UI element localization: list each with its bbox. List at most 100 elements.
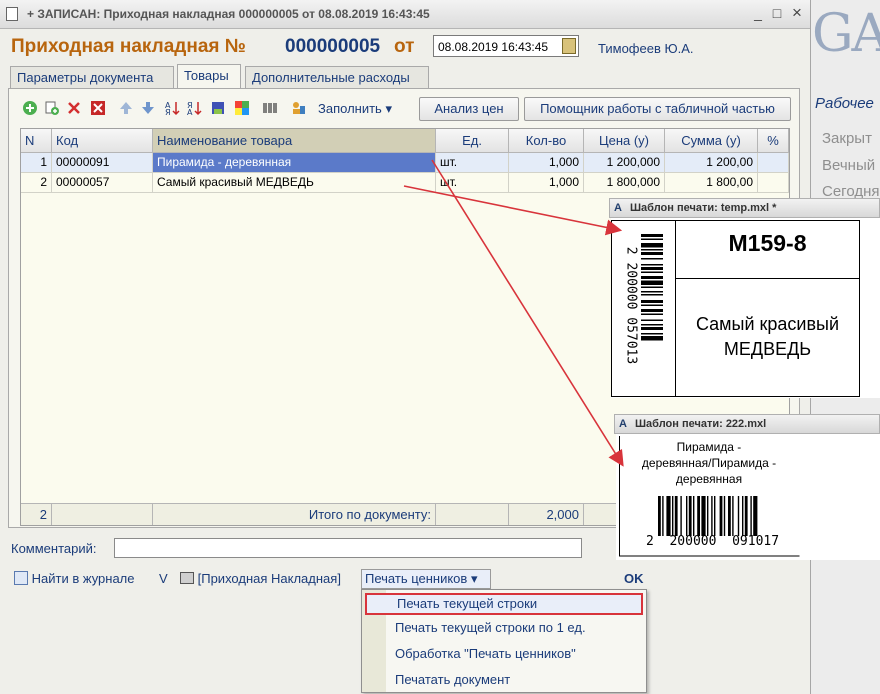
template2-title: Шаблон печати: 222.mxl <box>635 418 767 430</box>
row-unit: шт. <box>436 173 509 193</box>
row-percent <box>758 153 789 173</box>
save-icon[interactable] <box>210 100 226 116</box>
maximize-button[interactable]: □ <box>770 6 784 20</box>
find-in-journal-label: Найти в журнале <box>31 571 135 586</box>
mark-delete-icon[interactable] <box>90 100 106 116</box>
move-down-icon[interactable] <box>140 100 156 116</box>
column-header-n[interactable]: N <box>21 129 52 153</box>
form-title: Приходная накладная № <box>11 36 246 57</box>
print-template-icon: A <box>614 202 622 214</box>
print-document-button[interactable]: [Приходная Накладная] <box>180 571 341 586</box>
comment-input[interactable] <box>114 538 582 558</box>
template1-label: 2 200000 057013 М159-8 Самый красивый МЕ… <box>611 218 880 398</box>
row-qty: 1,000 <box>509 173 584 193</box>
template1-name-line2: МЕДВЕДЬ <box>723 339 812 359</box>
fill-menu-button[interactable]: Заполнить ▾ <box>318 101 392 117</box>
print-document-label: [Приходная Накладная] <box>197 571 341 586</box>
background-app-item[interactable]: Вечный <box>822 157 875 174</box>
svg-text:A: A <box>187 108 193 116</box>
tab-goods[interactable]: Товары <box>177 64 241 89</box>
print-price-tags-label: Печать ценников <box>365 571 468 586</box>
template2-barcode <box>658 496 758 536</box>
tab-additional-expenses[interactable]: Дополнительные расходы <box>245 66 429 88</box>
row-sum: 1 800,00 <box>665 173 758 193</box>
price-analysis-button[interactable]: Анализ цен <box>419 97 519 121</box>
v-button[interactable]: V <box>159 571 168 586</box>
calendar-icon[interactable] <box>562 38 576 54</box>
menu-item-price-tags-processing[interactable]: Обработка "Печать ценников" <box>365 643 643 665</box>
background-app-item[interactable]: Закрыт <box>822 130 872 147</box>
date-input[interactable]: 08.08.2019 16:43:45 <box>433 35 579 57</box>
close-button[interactable]: × <box>790 4 804 21</box>
window-titlebar[interactable]: + ЗАПИСАН: Приходная накладная 000000005… <box>0 0 810 29</box>
chevron-down-icon: ▾ <box>385 101 392 116</box>
fill-menu-label: Заполнить <box>318 101 382 116</box>
row-sum: 1 200,00 <box>665 153 758 173</box>
column-header-name[interactable]: Наименование товара <box>153 129 436 153</box>
move-up-icon[interactable] <box>118 100 134 116</box>
template2-titlebar[interactable]: A Шаблон печати: 222.mxl <box>614 414 880 434</box>
column-header-code[interactable]: Код <box>52 129 153 153</box>
tab-document-parameters[interactable]: Параметры документа <box>10 66 174 88</box>
print-price-tags-dropdown: Печать текущей строки Печать текущей стр… <box>361 589 647 693</box>
date-value: 08.08.2019 16:43:45 <box>438 40 549 54</box>
selection-icon[interactable] <box>290 100 306 116</box>
template2-name-line3: деревянная <box>675 472 743 486</box>
print-price-tags-menu-button[interactable]: Печать ценников ▾ <box>361 569 491 589</box>
row-code: 00000091 <box>52 153 153 173</box>
menu-item-print-current-row-per-unit[interactable]: Печать текущей строки по 1 ед. <box>365 617 643 639</box>
row-percent <box>758 173 789 193</box>
template1-name-line1: Самый красивый <box>695 314 840 334</box>
svg-text:Я: Я <box>165 108 171 116</box>
background-app-work-label: Рабочее <box>815 95 874 112</box>
date-from-label: от <box>394 36 415 57</box>
template1-barcode-text: 2 200000 057013 <box>623 246 639 365</box>
template1-title: Шаблон печати: temp.mxl * <box>630 202 777 214</box>
copy-icon[interactable] <box>44 100 60 116</box>
chevron-down-icon: ▾ <box>470 571 478 586</box>
printer-icon <box>180 572 194 584</box>
row-code: 00000057 <box>52 173 153 193</box>
template2-name-line1: Пирамида - <box>676 440 742 454</box>
row-number: 1 <box>21 153 52 173</box>
column-header-unit[interactable]: Ед. <box>436 129 509 153</box>
column-header-percent[interactable]: % <box>758 129 789 153</box>
sort-asc-icon[interactable]: AЯ <box>164 100 180 116</box>
footer-total-qty: 2,000 <box>509 503 584 525</box>
journal-icon <box>14 571 28 585</box>
footer-empty <box>436 503 509 525</box>
document-icon <box>6 7 18 21</box>
add-icon[interactable] <box>22 100 38 116</box>
sort-desc-icon[interactable]: ЯA <box>186 100 202 116</box>
color-icon[interactable] <box>234 100 250 116</box>
template2-name-line2: деревянная/Пирамида - <box>641 456 777 470</box>
template1-article: М159-8 <box>728 230 807 256</box>
row-unit: шт. <box>436 153 509 173</box>
barcode-icon[interactable] <box>262 100 278 116</box>
template2-barcode-text: 2 200000 091017 <box>646 534 780 549</box>
template1-titlebar[interactable]: A Шаблон печати: temp.mxl * <box>609 198 880 218</box>
find-in-journal-button[interactable]: Найти в журнале <box>14 571 135 586</box>
background-app-logo: GA <box>812 4 880 64</box>
footer-total-label: Итого по документу: <box>153 503 436 525</box>
footer-empty <box>52 503 153 525</box>
delete-icon[interactable] <box>66 100 82 116</box>
row-name: Самый красивый МЕДВЕДЬ <box>153 173 436 193</box>
minimize-button[interactable]: _ <box>751 6 765 20</box>
row-number: 2 <box>21 173 52 193</box>
comment-label: Комментарий: <box>11 541 97 556</box>
row-name[interactable]: Пирамида - деревянная <box>153 153 436 173</box>
table-helper-button[interactable]: Помощник работы с табличной частью <box>524 97 791 121</box>
document-number: 000000005 <box>285 36 381 57</box>
row-price: 1 800,000 <box>584 173 665 193</box>
template1-barcode <box>641 234 663 341</box>
menu-item-print-current-row[interactable]: Печать текущей строки <box>365 593 643 615</box>
window-title: + ЗАПИСАН: Приходная накладная 000000005… <box>27 7 430 21</box>
column-header-sum[interactable]: Сумма (у) <box>665 129 758 153</box>
ok-button[interactable]: OK <box>624 571 644 586</box>
menu-item-print-document[interactable]: Печатать документ <box>365 669 643 691</box>
column-header-qty[interactable]: Кол-во <box>509 129 584 153</box>
column-header-price[interactable]: Цена (у) <box>584 129 665 153</box>
author-name: Тимофеев Ю.А. <box>598 41 694 56</box>
template2-label: Пирамида - деревянная/Пирамида - деревян… <box>616 434 880 560</box>
